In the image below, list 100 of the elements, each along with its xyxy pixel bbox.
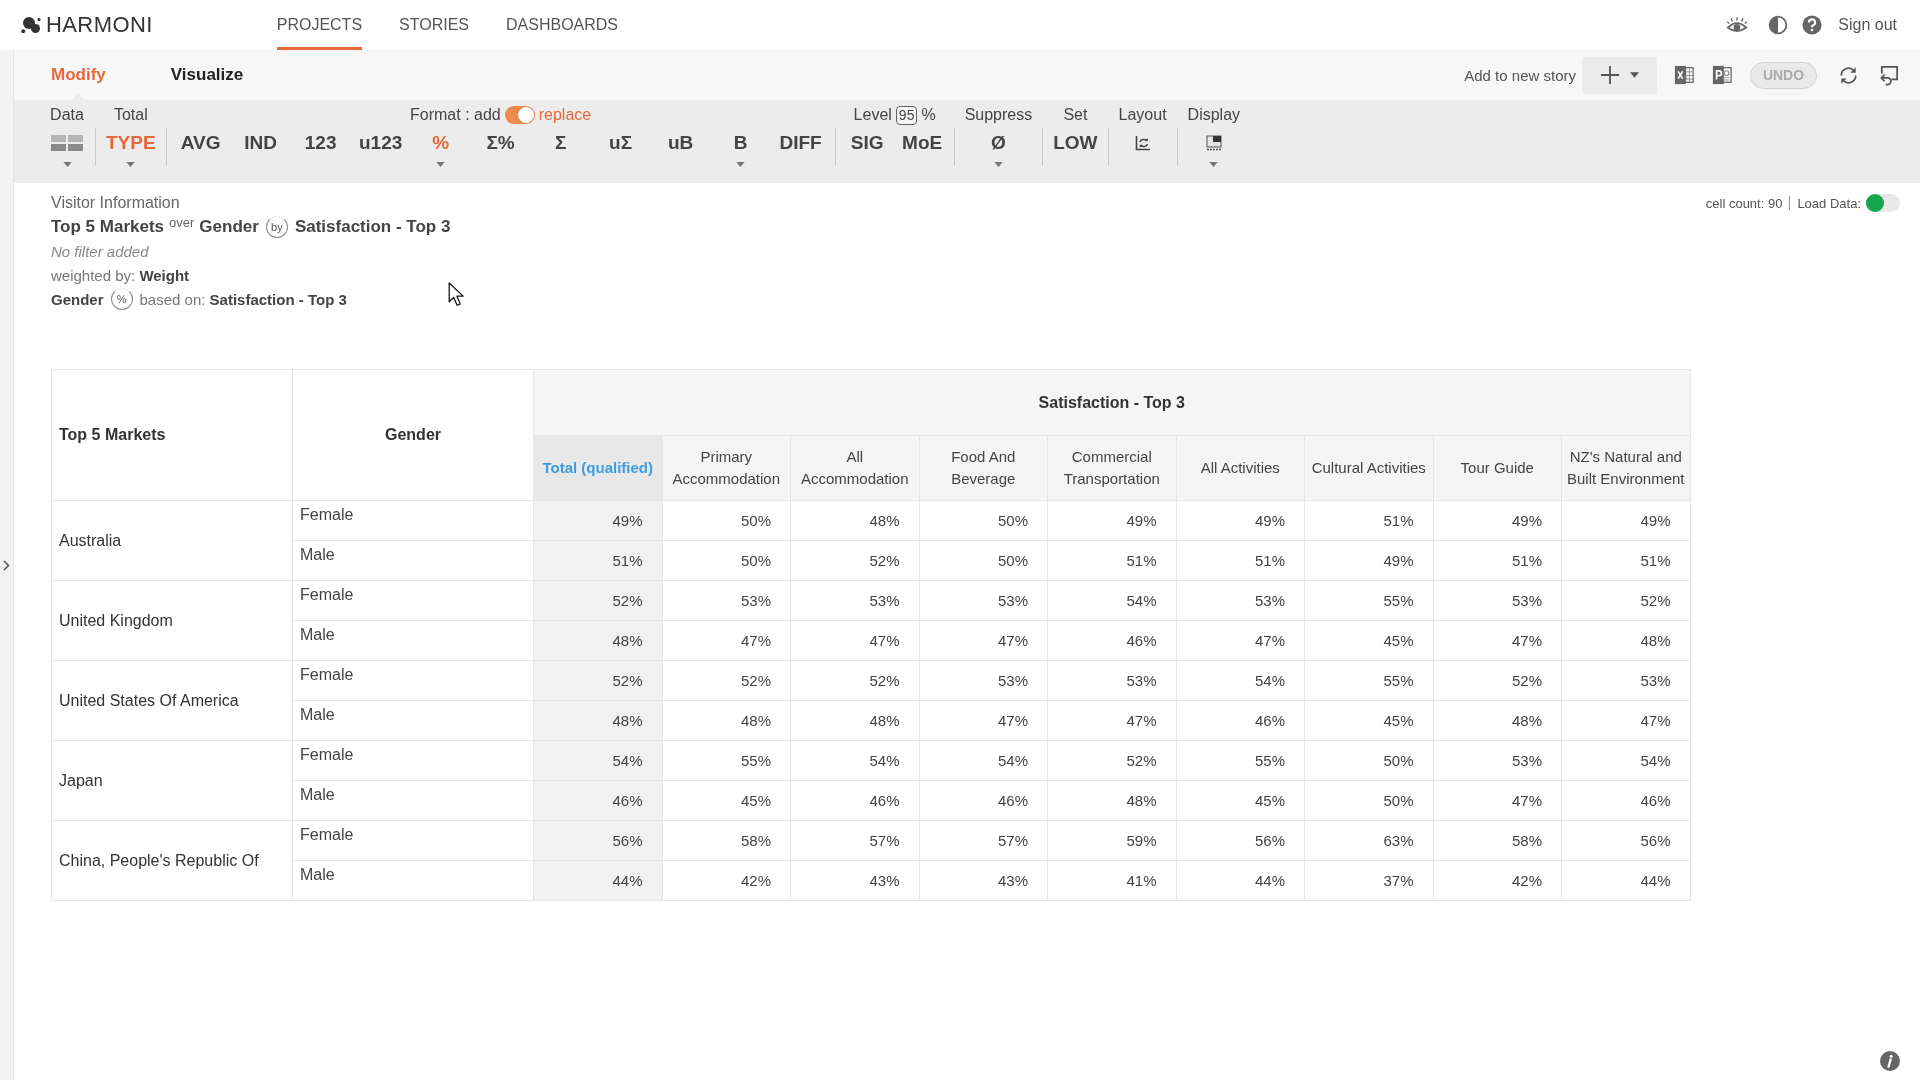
table-cell: 53% (1176, 580, 1305, 621)
table-cell: 48% (1561, 620, 1691, 661)
table-cell: 45% (1304, 700, 1433, 741)
table-cell: 43% (919, 860, 1048, 901)
table-cell: 48% (533, 700, 662, 741)
caret-icon (126, 162, 136, 167)
table-cell: 54% (533, 740, 662, 781)
base-variable: Gender (51, 290, 104, 308)
table-cell: 47% (790, 620, 919, 661)
table-cell: 46% (1047, 620, 1176, 661)
table-cell: 55% (1304, 580, 1433, 621)
story-label: Add to new story (1464, 66, 1576, 84)
row-header: China, People's Republic Of (51, 820, 293, 901)
toolbar-button[interactable]: Ø (980, 128, 1017, 167)
toolbar-button[interactable]: Σ (530, 128, 591, 167)
column-header: Primary Accommodation (662, 435, 791, 501)
column-header: Total (qualified) (533, 435, 662, 501)
toolbar-button[interactable]: Σ% (470, 128, 531, 167)
row-header: Female (292, 500, 534, 541)
group-label: Level (853, 106, 892, 124)
add-story-button[interactable] (1582, 56, 1657, 94)
toolbar-button[interactable]: DIFF (770, 128, 831, 167)
table-cell: 48% (1433, 700, 1562, 741)
sign-out-link[interactable]: Sign out (1838, 16, 1897, 34)
restore-icon[interactable] (1877, 63, 1900, 87)
cursor-icon (448, 282, 465, 307)
info-icon[interactable] (1880, 1051, 1900, 1071)
contrast-icon[interactable] (1768, 15, 1789, 35)
group-label: Layout (1118, 106, 1167, 124)
table-cell: 47% (1047, 700, 1176, 741)
toolbar-button[interactable]: B (710, 128, 771, 167)
table-cell: 49% (1304, 540, 1433, 581)
percent-base-button[interactable]: % (110, 288, 133, 310)
chevron-right-icon[interactable] (3, 559, 10, 571)
toolbar-button[interactable]: 123 (290, 128, 351, 167)
nav-tab[interactable]: DASHBOARDS (506, 0, 619, 50)
table-cell: 56% (533, 820, 662, 861)
group-label: Data (50, 106, 84, 124)
toolbar-button[interactable]: uB (650, 128, 711, 167)
mode-tab[interactable]: Visualize (170, 50, 244, 100)
load-data-toggle[interactable] (1866, 194, 1900, 212)
table-cell: 52% (790, 540, 919, 581)
row-header: Female (292, 660, 534, 701)
toolbar-button[interactable]: u123 (350, 128, 411, 167)
table-cell: 52% (790, 660, 919, 701)
column-header: All Accommodation (790, 435, 919, 501)
help-icon[interactable] (1802, 15, 1823, 35)
table-cell: 52% (1433, 660, 1562, 701)
table-cell: 49% (533, 500, 662, 541)
toolbar-button[interactable]: IND (230, 128, 291, 167)
table-cell: 59% (1047, 820, 1176, 861)
table-cell: 44% (533, 860, 662, 901)
nav-tab[interactable]: STORIES (399, 0, 469, 50)
table-cell: 52% (1561, 580, 1691, 621)
table-cell: 63% (1304, 820, 1433, 861)
table-cell: 43% (790, 860, 919, 901)
table-cell: 45% (1304, 620, 1433, 661)
column-header: Gender (292, 369, 534, 501)
table-cell: 48% (790, 700, 919, 741)
toggle-label: replace (538, 106, 592, 124)
toolbar-button[interactable]: SIG (839, 128, 895, 167)
table-cell: 46% (790, 780, 919, 821)
column-header: Food And Beverage (919, 435, 1048, 501)
format-toggle[interactable] (504, 106, 535, 124)
group-label: Display (1187, 106, 1241, 124)
table-cell: 54% (919, 740, 1048, 781)
row-header: United States Of America (51, 660, 293, 741)
swap-button[interactable]: by (265, 216, 288, 238)
table-cell: 46% (919, 780, 1048, 821)
column-header: NZ's Natural and Built Environment (1561, 435, 1691, 501)
table-cell: 51% (1561, 540, 1691, 581)
table-cell: 48% (790, 500, 919, 541)
table-cell: 49% (1433, 500, 1562, 541)
table-cell: 45% (1176, 780, 1305, 821)
toolbar-button[interactable]: MoE (894, 128, 950, 167)
table-cell: 58% (662, 820, 791, 861)
table-cell: 53% (1047, 660, 1176, 701)
table-cell: 47% (919, 700, 1048, 741)
spreadsheet-icon[interactable] (1674, 64, 1694, 86)
row-header: Female (292, 740, 534, 781)
row-header: Male (292, 860, 534, 901)
table-cell: 46% (533, 780, 662, 821)
table-cell: 53% (1433, 740, 1562, 781)
level-field[interactable]: 95 (895, 105, 918, 125)
table-cell: 47% (1176, 620, 1305, 661)
row-header: Male (292, 700, 534, 741)
table-cell: 51% (1433, 540, 1562, 581)
toolbar-button[interactable]: AVG (170, 128, 231, 167)
cell-count: cell count: 90 (1705, 195, 1783, 211)
eye-icon[interactable] (1726, 15, 1749, 35)
table-cell: 50% (1304, 780, 1433, 821)
toolbar-button[interactable]: uΣ (590, 128, 651, 167)
table-cell: 57% (919, 820, 1048, 861)
table-cell: 42% (662, 860, 791, 901)
table-cell: 53% (790, 580, 919, 621)
presentation-icon[interactable] (1712, 64, 1732, 86)
row-header: Male (292, 620, 534, 661)
caret-icon (1209, 162, 1219, 167)
row-header: Male (292, 780, 534, 821)
toolbar-button[interactable]: LOW (1053, 128, 1098, 167)
